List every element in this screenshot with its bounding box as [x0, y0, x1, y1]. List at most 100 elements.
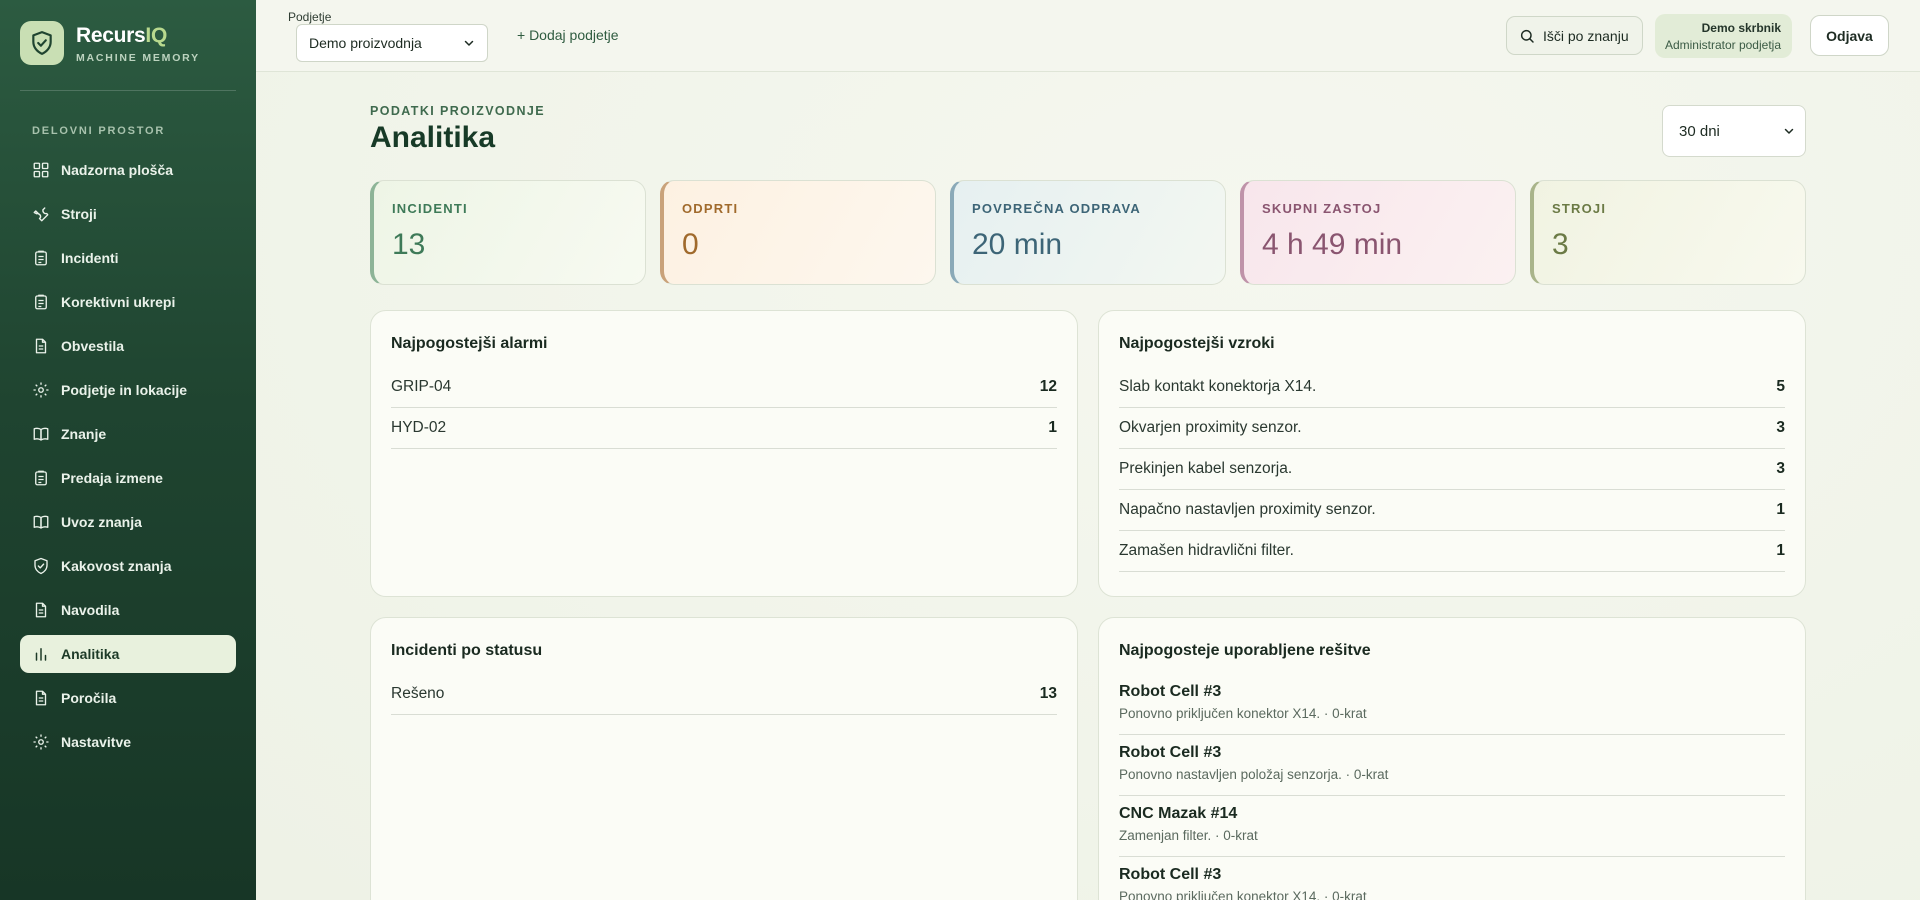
- top-solutions-card: Najpogosteje uporabljene rešitve Robot C…: [1098, 617, 1806, 900]
- sidebar-item-label: Predaja izmene: [61, 470, 163, 486]
- card-title: Najpogostejši vzroki: [1119, 335, 1275, 352]
- user-name: Demo skrbnik: [1701, 21, 1781, 35]
- sidebar-item-label: Poročila: [61, 690, 117, 706]
- stat-value: 3: [1552, 228, 1569, 261]
- sidebar-item-nastavitve[interactable]: Nastavitve: [20, 723, 236, 761]
- solution-detail: Ponovno nastavljen položaj senzorja. · 0…: [1119, 767, 1389, 782]
- shield-logo-icon: [20, 21, 64, 65]
- document-icon: [35, 602, 47, 618]
- top-causes-card: Najpogostejši vzroki Slab kontakt konekt…: [1098, 310, 1806, 597]
- time-range-value: 30 dni: [1679, 122, 1720, 140]
- sidebar-item-label: Znanje: [61, 426, 107, 442]
- shield-icon: [34, 557, 48, 575]
- status-name: Rešeno: [391, 685, 445, 702]
- list-item: Slab kontakt konektorja X14. 5: [1119, 367, 1785, 408]
- sidebar-item-incidenti[interactable]: Incidenti: [20, 239, 236, 277]
- solution-detail: Ponovno priključen konektor X14. · 0-kra…: [1119, 706, 1367, 721]
- stat-card-incidents: INCIDENTI 13: [370, 180, 646, 285]
- sidebar-item-uvoz-znanja[interactable]: Uvoz znanja: [20, 503, 236, 541]
- company-selected-value: Demo proizvodnja: [309, 35, 422, 51]
- sidebar-item-obvestila[interactable]: Obvestila: [20, 327, 236, 365]
- stat-cards: INCIDENTI 13 ODPRTI 0 POVPREČNA ODPRAVA …: [370, 180, 1806, 287]
- brand[interactable]: RecursIQ MACHINE MEMORY: [20, 21, 220, 65]
- status-count: 13: [1039, 685, 1057, 702]
- sidebar-item-korektivni-ukrepi[interactable]: Korektivni ukrepi: [20, 283, 236, 321]
- list-item: Okvarjen proximity senzor. 3: [1119, 408, 1785, 449]
- sidebar-item-kakovost-znanja[interactable]: Kakovost znanja: [20, 547, 236, 585]
- time-range-select[interactable]: 30 dni: [1662, 105, 1806, 157]
- sidebar-item-label: Obvestila: [61, 338, 125, 354]
- brand-name: RecursIQ: [76, 24, 167, 47]
- sidebar-item-predaja-izmene[interactable]: Predaja izmene: [20, 459, 236, 497]
- stat-card-machines: STROJI 3: [1530, 180, 1806, 285]
- sidebar-item-porocila[interactable]: Poročila: [20, 679, 236, 717]
- sidebar-item-navodila[interactable]: Navodila: [20, 591, 236, 629]
- sidebar-item-label: Nastavitve: [61, 734, 132, 750]
- stat-card-downtime: SKUPNI ZASTOJ 4 h 49 min: [1240, 180, 1516, 285]
- sidebar: RecursIQ MACHINE MEMORY DELOVNI PROSTOR …: [0, 0, 256, 900]
- sidebar-item-stroji[interactable]: Stroji: [20, 195, 236, 233]
- sidebar-item-label: Incidenti: [61, 250, 119, 266]
- document-icon: [35, 690, 47, 706]
- search-icon: [1520, 29, 1534, 43]
- solution-detail: Zamenjan filter. · 0-krat: [1119, 828, 1258, 843]
- sidebar-item-label: Kakovost znanja: [61, 558, 172, 574]
- cause-name: Napačno nastavljen proximity senzor.: [1119, 501, 1376, 518]
- sidebar-item-label: Uvoz znanja: [61, 514, 142, 530]
- list-item: HYD-02 1: [391, 408, 1057, 449]
- page-eyebrow: PODATKI PROIZVODNJE: [370, 104, 545, 118]
- solution-machine: CNC Mazak #14: [1119, 805, 1238, 822]
- sidebar-item-label: Podjetje in lokacije: [61, 382, 188, 398]
- list-item: Prekinjen kabel senzorja. 3: [1119, 449, 1785, 490]
- main-content: PODATKI PROIZVODNJE Analitika 30 dni INC…: [256, 72, 1920, 900]
- stat-label: POVPREČNA ODPRAVA: [972, 201, 1141, 216]
- add-company-link[interactable]: + Dodaj podjetje: [517, 27, 619, 43]
- sidebar-item-label: Nadzorna plošča: [61, 162, 174, 178]
- cause-name: Zamašen hidravlični filter.: [1119, 542, 1294, 559]
- sidebar-item-label: Navodila: [61, 602, 120, 618]
- list-item: Rešeno 13: [391, 674, 1057, 715]
- solution-machine: Robot Cell #3: [1119, 744, 1222, 761]
- clipboard-icon: [35, 470, 47, 486]
- sidebar-section-label: DELOVNI PROSTOR: [32, 125, 166, 137]
- card-title: Incidenti po statusu: [391, 642, 543, 659]
- stat-label: STROJI: [1552, 201, 1607, 216]
- stat-label: SKUPNI ZASTOJ: [1262, 201, 1382, 216]
- clipboard-icon: [35, 250, 47, 266]
- cause-count: 1: [1776, 542, 1785, 559]
- stat-label: ODPRTI: [682, 201, 739, 216]
- chevron-down-icon: [464, 40, 474, 46]
- chevron-down-icon: [1784, 128, 1794, 134]
- bar-chart-icon: [35, 648, 47, 661]
- sidebar-item-podjetje-in-lokacije[interactable]: Podjetje in lokacije: [20, 371, 236, 409]
- sidebar-item-nadzorna-plosca[interactable]: Nadzorna plošča: [20, 151, 236, 189]
- book-icon: [33, 427, 49, 441]
- knowledge-search-button[interactable]: Išči po znanju: [1506, 16, 1643, 55]
- page-title: Analitika: [370, 121, 496, 154]
- gear-icon: [33, 734, 49, 750]
- sidebar-item-label: Korektivni ukrepi: [61, 294, 176, 310]
- top-alarms-card: Najpogostejši alarmi GRIP-04 12 HYD-02 1: [370, 310, 1078, 597]
- gear-icon: [33, 382, 49, 398]
- company-select[interactable]: Demo proizvodnja: [296, 24, 488, 62]
- alarm-name: GRIP-04: [391, 378, 452, 395]
- sidebar-item-label: Stroji: [61, 206, 97, 222]
- sidebar-item-znanje[interactable]: Znanje: [20, 415, 236, 453]
- cause-count: 5: [1776, 378, 1785, 395]
- dashboard-icon: [33, 162, 49, 178]
- sidebar-item-analitika[interactable]: Analitika: [20, 635, 236, 673]
- list-item: Robot Cell #3 Ponovno priključen konekto…: [1119, 674, 1785, 735]
- cause-count: 3: [1776, 460, 1785, 477]
- logout-button[interactable]: Odjava: [1810, 15, 1889, 56]
- alarm-name: HYD-02: [391, 419, 447, 436]
- list-item: Zamašen hidravlični filter. 1: [1119, 531, 1785, 572]
- user-info[interactable]: Demo skrbnik Administrator podjetja: [1655, 14, 1792, 58]
- list-item: CNC Mazak #14 Zamenjan filter. · 0-krat: [1119, 796, 1785, 857]
- book-icon: [33, 515, 49, 529]
- sidebar-item-label: Analitika: [61, 646, 120, 662]
- sidebar-nav: Nadzorna plošča Stroji Incidenti Korekti…: [20, 151, 236, 767]
- alarm-count: 12: [1039, 378, 1057, 395]
- solution-machine: Robot Cell #3: [1119, 866, 1222, 883]
- card-title: Najpogostejši alarmi: [391, 335, 548, 352]
- cause-name: Slab kontakt konektorja X14.: [1119, 378, 1317, 395]
